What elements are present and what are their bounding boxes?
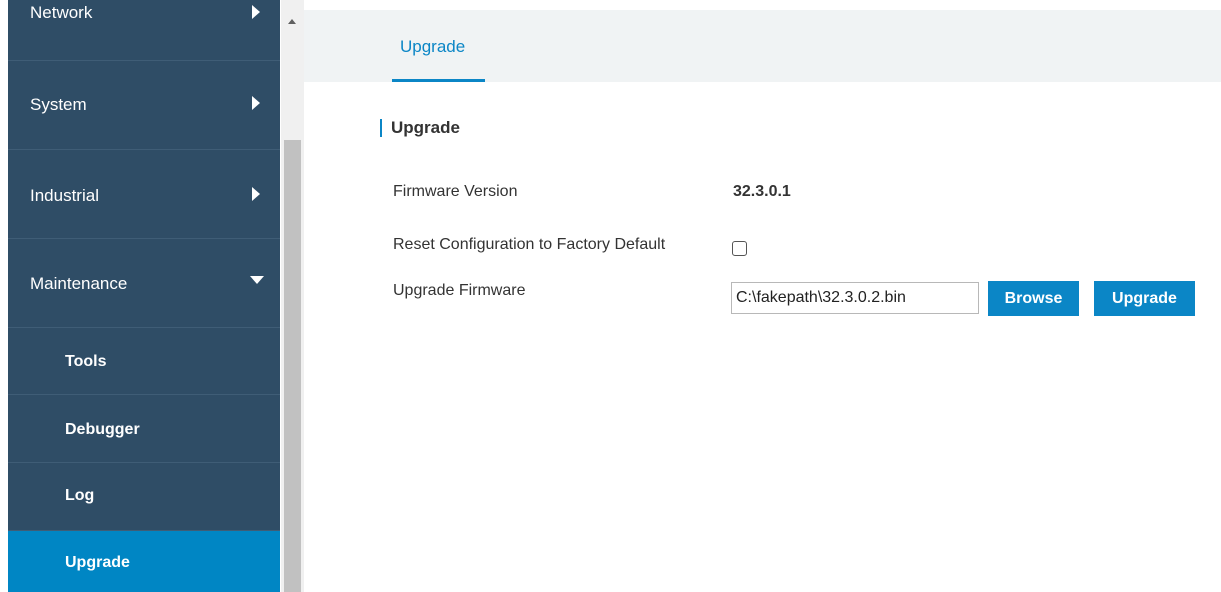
tab-label: Upgrade: [400, 37, 466, 56]
scrollbar-thumb[interactable]: [284, 140, 301, 592]
sidebar-subitem-debugger[interactable]: Debugger: [8, 395, 280, 463]
reset-config-label: Reset Configuration to Factory Default: [393, 236, 666, 253]
firmware-version-value: 32.3.0.1: [733, 183, 791, 200]
chevron-right-icon: [252, 96, 260, 110]
upgrade-firmware-label: Upgrade Firmware: [393, 282, 526, 299]
sidebar-item-network[interactable]: Network: [8, 0, 280, 61]
sidebar-item-maintenance[interactable]: Maintenance: [8, 239, 280, 328]
sidebar-scrollbar[interactable]: [281, 0, 304, 592]
firmware-file-input[interactable]: C:\fakepath\32.3.0.2.bin: [731, 282, 979, 314]
sidebar-subitem-label: Tools: [65, 353, 107, 370]
reset-config-checkbox[interactable]: [732, 241, 747, 256]
sidebar-subitem-label: Debugger: [65, 421, 140, 438]
main-content: Upgrade Upgrade Firmware Version 32.3.0.…: [304, 0, 1221, 592]
scroll-up-arrow-icon[interactable]: [288, 19, 296, 24]
sidebar-item-label: Network: [30, 3, 93, 22]
section-title: Upgrade: [380, 119, 460, 137]
sidebar-item-label: Industrial: [30, 186, 99, 205]
sidebar-subitem-log[interactable]: Log: [8, 463, 280, 531]
firmware-version-label: Firmware Version: [393, 183, 518, 200]
sidebar-item-label: Maintenance: [30, 274, 128, 293]
sidebar-item-label: System: [30, 95, 87, 114]
sidebar-subitem-tools[interactable]: Tools: [8, 328, 280, 395]
sidebar-item-system[interactable]: System: [8, 61, 280, 150]
chevron-right-icon: [252, 187, 260, 201]
sidebar: Network System Industrial Maintenance To…: [8, 0, 280, 592]
upgrade-button[interactable]: Upgrade: [1094, 281, 1195, 316]
tab-upgrade[interactable]: Upgrade: [392, 36, 485, 82]
sidebar-subitem-label: Log: [65, 487, 95, 504]
browse-button[interactable]: Browse: [988, 281, 1079, 316]
sidebar-item-industrial[interactable]: Industrial: [8, 150, 280, 239]
sidebar-subitem-label: Upgrade: [65, 554, 130, 571]
chevron-down-icon: [250, 276, 264, 284]
tab-bar: Upgrade: [304, 10, 1221, 82]
sidebar-subitem-upgrade[interactable]: Upgrade: [8, 531, 280, 592]
chevron-right-icon: [252, 5, 260, 19]
